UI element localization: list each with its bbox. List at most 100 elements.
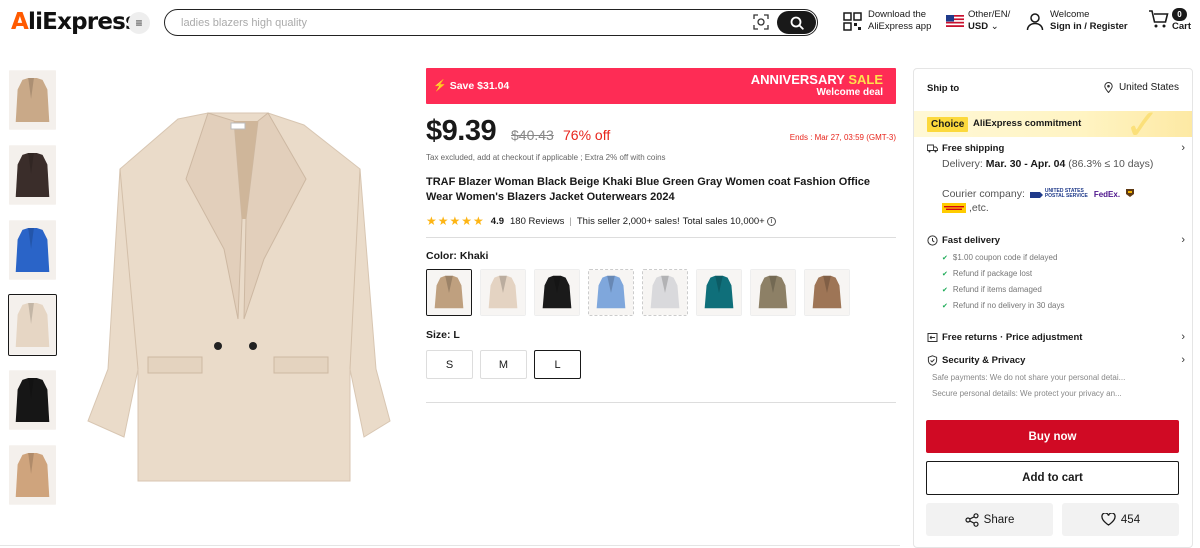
size-label: Size: L — [426, 329, 460, 341]
color-swatch[interactable] — [534, 269, 580, 316]
fast-delivery-text: $1.00 coupon code if delayed — [952, 253, 1058, 262]
thumbnail-image[interactable] — [8, 144, 57, 206]
free-returns-section[interactable]: Free returns · Price adjustment › — [927, 331, 1185, 343]
color-swatch[interactable] — [804, 269, 850, 316]
fast-delivery-title: Fast delivery — [942, 234, 1001, 246]
share-icon — [965, 512, 979, 527]
buy-now-button[interactable]: Buy now — [926, 420, 1179, 453]
thumbnail-image[interactable] — [8, 219, 57, 281]
free-shipping-section[interactable]: Free shipping › Delivery: Mar. 30 - Apr.… — [927, 142, 1185, 214]
divider — [426, 237, 896, 238]
clock-icon — [927, 234, 938, 246]
sale-text: SALE — [848, 72, 883, 87]
size-option[interactable]: M — [480, 350, 527, 379]
rating-score: 4.9 — [490, 215, 505, 227]
sale-end-time: Ends : Mar 27, 03:59 (GMT-3) — [789, 133, 896, 142]
share-button[interactable]: Share — [926, 503, 1053, 536]
separator: | — [569, 215, 572, 227]
current-price: $9.39 — [426, 115, 497, 147]
checkmark-decoration-icon: ✓ — [1124, 111, 1160, 137]
cart-link[interactable]: 0 Cart — [1148, 8, 1191, 32]
fast-delivery-text: Refund if no delivery in 30 days — [952, 301, 1065, 310]
location-pin-icon — [1104, 82, 1113, 93]
color-swatch[interactable] — [426, 269, 472, 316]
fast-delivery-list: ✔ $1.00 coupon code if delayed ✔ Refund if … — [927, 253, 1185, 310]
lightning-icon: ⚡ — [433, 80, 447, 92]
user-icon — [1026, 12, 1044, 30]
courier-etc: ,etc. — [969, 202, 989, 214]
fast-delivery-section[interactable]: Fast delivery › ✔ $1.00 coupon code if de… — [927, 234, 1185, 310]
color-label: Color: Khaki — [426, 250, 489, 262]
chevron-right-icon: › — [1181, 234, 1185, 246]
hamburger-menu-icon[interactable]: ≡ — [128, 12, 150, 34]
fast-delivery-item: ✔ $1.00 coupon code if delayed — [942, 253, 1185, 262]
color-swatch[interactable] — [588, 269, 634, 316]
search-input[interactable] — [181, 14, 741, 31]
sign-in-link[interactable]: Welcome Sign in / Register — [1026, 9, 1128, 33]
size-option[interactable]: S — [426, 350, 473, 379]
download-line1: Download the — [868, 9, 927, 20]
truck-icon — [927, 144, 938, 152]
color-swatch[interactable] — [642, 269, 688, 316]
divider — [426, 402, 896, 403]
fedex-logo: FedEx. — [1093, 189, 1121, 199]
courier-row: Courier company: UNITED STATES POSTAL SE… — [942, 188, 1185, 200]
image-search-icon[interactable] — [753, 14, 769, 30]
location-text: United States — [1118, 82, 1179, 93]
add-to-cart-button[interactable]: Add to cart — [926, 461, 1179, 495]
reviews-link[interactable]: 180 Reviews — [510, 216, 564, 227]
cart-count-badge: 0 — [1172, 8, 1187, 21]
heart-icon — [1101, 513, 1116, 526]
fast-delivery-text: Refund if items damaged — [952, 285, 1042, 294]
region-currency-selector[interactable]: Other/EN/ USD ⌄ — [946, 9, 1010, 33]
main-product-image[interactable] — [68, 69, 410, 521]
delivery-estimate: Delivery: Mar. 30 - Apr. 04 (86.3% ≤ 10 … — [942, 158, 1154, 170]
welcome-deal-text: Welcome deal — [816, 87, 883, 98]
thumbnail-list — [8, 69, 58, 519]
color-swatch[interactable] — [750, 269, 796, 316]
sign-in-register: Sign in / Register — [1050, 21, 1128, 32]
chevron-right-icon: › — [1181, 142, 1185, 154]
total-sales: Total sales 10,000+ — [682, 215, 765, 227]
choice-banner[interactable]: Choice AliExpress commitment ✓ — [914, 111, 1192, 137]
promo-banner: ⚡ Save $31.04 ANNIVERSARY SALE Welcome de… — [426, 68, 896, 104]
commitment-text: AliExpress commitment — [973, 118, 1082, 129]
share-label: Share — [983, 513, 1015, 526]
info-icon[interactable]: i — [766, 216, 776, 226]
product-info: ⚡ Save $31.04 ANNIVERSARY SALE Welcome de… — [426, 68, 896, 403]
thumbnail-image[interactable] — [8, 444, 57, 506]
fast-delivery-item: ✔ Refund if items damaged — [942, 285, 1185, 294]
wishlist-button[interactable]: 454 — [1062, 503, 1179, 536]
star-rating-icon: ★★★★★ — [426, 214, 485, 228]
discount-percent: 76% off — [563, 127, 611, 143]
aliexpress-logo[interactable]: AliExpress — [11, 9, 139, 35]
thumbnail-image[interactable] — [8, 294, 57, 356]
page-divider — [0, 545, 900, 546]
ship-to-location[interactable]: United States — [1104, 82, 1179, 93]
thumbnail-image[interactable] — [8, 69, 57, 131]
security-section[interactable]: Security & Privacy › Safe payments: We d… — [927, 354, 1185, 398]
product-title: TRAF Blazer Woman Black Beige Khaki Blue… — [426, 176, 870, 203]
check-icon: ✔ — [942, 270, 948, 278]
thumbnail-image[interactable] — [8, 369, 57, 431]
search-icon — [790, 16, 804, 30]
returns-icon — [927, 332, 938, 342]
cart-icon — [1149, 10, 1169, 28]
safe-payments-text: Safe payments: We do not share your pers… — [932, 373, 1126, 382]
download-app-link[interactable]: Download the AliExpress app — [843, 9, 931, 33]
us-flag-icon — [946, 15, 964, 27]
size-options: SML — [426, 350, 896, 379]
ship-to-label: Ship to — [927, 83, 960, 94]
save-amount: Save $31.04 — [449, 79, 510, 92]
rating-row: ★★★★★ 4.9 180 Reviews | This seller 2,00… — [426, 214, 896, 228]
size-option[interactable]: L — [534, 350, 581, 379]
free-shipping-title: Free shipping — [942, 142, 1005, 154]
region-line1: Other/EN/ — [968, 9, 1011, 20]
choice-tag: Choice — [927, 117, 969, 132]
search-button[interactable] — [777, 11, 816, 34]
fast-delivery-item: ✔ Refund if package lost — [942, 269, 1185, 278]
welcome-text: Welcome — [1050, 9, 1090, 20]
color-swatch[interactable] — [696, 269, 742, 316]
chevron-down-icon: ⌄ — [990, 21, 999, 32]
color-swatch[interactable] — [480, 269, 526, 316]
